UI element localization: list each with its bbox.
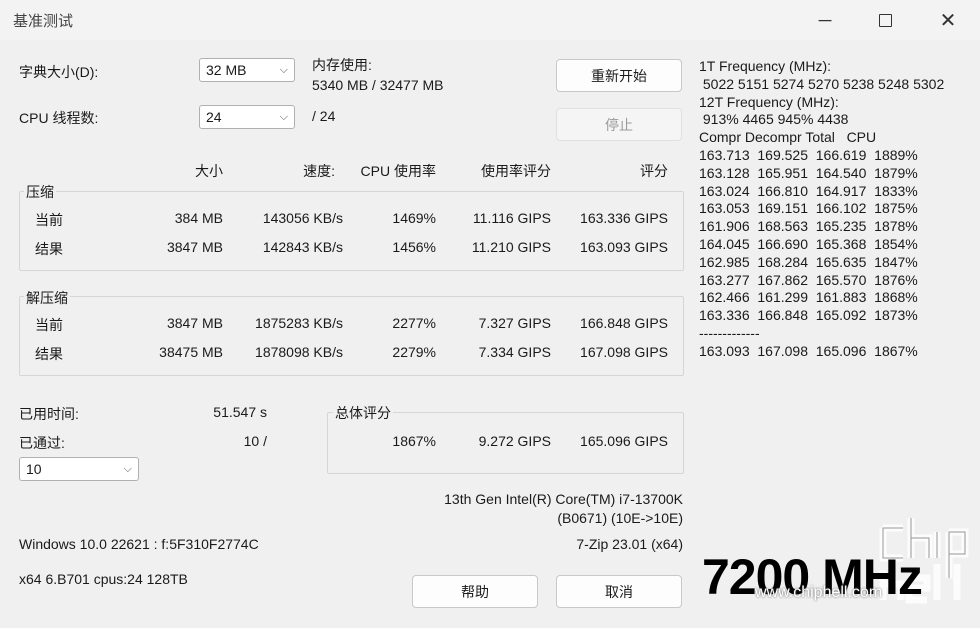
site-watermark: www.chiphell.com [755, 584, 883, 601]
restart-button[interactable]: 重新开始 [556, 59, 682, 92]
row-size: 3847 MB [166, 315, 223, 331]
maximize-icon [878, 13, 892, 27]
col-cpu-usage: CPU 使用率 [360, 163, 436, 179]
row-speed: 1875283 KB/s [255, 315, 343, 331]
col-size: 大小 [195, 163, 223, 179]
log-line: 163.093 167.098 165.096 1867% [699, 342, 918, 359]
decompress-title: 解压缩 [24, 288, 70, 308]
row-speed: 1878098 KB/s [255, 344, 343, 360]
row-rating: 166.848 GIPS [580, 315, 668, 331]
version-info: 7-Zip 23.01 (x64) [576, 536, 683, 552]
passes-value: 10 [26, 461, 42, 477]
window-title: 基准测试 [13, 13, 74, 30]
passed-label: 已通过: [19, 435, 65, 451]
minimize-icon: ─ [818, 9, 832, 30]
row-cpu: 2279% [392, 344, 436, 360]
log-line: 163.336 166.848 165.092 1873% [699, 307, 918, 324]
minimize-button[interactable]: ─ [795, 0, 855, 40]
total-cpu: 1867% [392, 433, 436, 449]
os-info: Windows 10.0 22621 : f:5F310F2774C [19, 536, 259, 552]
log-line: 163.128 165.951 164.540 1879% [699, 164, 918, 181]
log-line: Compr Decompr Total CPU [699, 129, 877, 146]
log-line: 162.466 161.299 161.883 1868% [699, 289, 918, 306]
row-cpu: 1469% [392, 210, 436, 226]
dict-size-select[interactable]: 32 MB ⌵ [199, 58, 295, 82]
dict-size-value: 32 MB [206, 62, 247, 78]
passes-select[interactable]: 10 ⌵ [19, 457, 139, 481]
row-size: 3847 MB [166, 239, 223, 255]
cpu-stepping: (B0671) (10E->10E) [557, 510, 683, 526]
cpu-model: 13th Gen Intel(R) Core(TM) i7-13700K [444, 491, 683, 507]
compress-title: 压缩 [24, 182, 56, 202]
elapsed-value: 51.547 s [213, 404, 267, 420]
row-speed: 142843 KB/s [262, 239, 343, 255]
cpu-threads-value: 24 [206, 109, 222, 125]
row-label: 结果 [35, 241, 63, 257]
help-button[interactable]: 帮助 [412, 575, 538, 608]
log-line: 163.053 169.151 166.102 1875% [699, 200, 918, 217]
close-icon: ✕ [939, 9, 957, 32]
title-bar: 基准测试 ─ ✕ [0, 0, 980, 40]
log-line: 5022 5151 5274 5270 5238 5248 5302 [699, 75, 945, 92]
col-rating-usage: 使用率评分 [481, 163, 551, 179]
row-label: 结果 [35, 346, 63, 362]
chevron-down-icon: ⌵ [279, 64, 288, 76]
log-line: 913% 4465 945% 4438 [699, 111, 849, 128]
log-line: 12T Frequency (MHz): [699, 93, 839, 110]
maximize-button[interactable] [855, 0, 915, 40]
cpu-threads-select[interactable]: 24 ⌵ [199, 105, 295, 129]
chevron-down-icon: ⌵ [123, 463, 132, 475]
log-line: 1T Frequency (MHz): [699, 58, 831, 74]
decompress-group [19, 296, 684, 376]
log-line: 162.985 168.284 165.635 1847% [699, 253, 918, 270]
log-line: 164.045 166.690 165.368 1854% [699, 235, 918, 252]
log-line: 161.906 168.563 165.235 1878% [699, 218, 918, 235]
total-rating-title: 总体评分 [333, 403, 393, 423]
stop-button[interactable]: 停止 [556, 108, 682, 141]
row-rating: 163.093 GIPS [580, 239, 668, 255]
total-usage-rating: 9.272 GIPS [478, 433, 551, 449]
row-label: 当前 [35, 212, 63, 228]
cancel-button[interactable]: 取消 [556, 575, 682, 608]
compress-group [19, 191, 684, 271]
row-rating: 167.098 GIPS [580, 344, 668, 360]
dict-size-label: 字典大小(D): [19, 64, 99, 80]
row-speed: 143056 KB/s [262, 210, 343, 226]
row-usage-rating: 7.327 GIPS [478, 315, 551, 331]
log-line: 163.277 167.862 165.570 1876% [699, 271, 918, 288]
chevron-down-icon: ⌵ [279, 111, 288, 123]
row-label: 当前 [35, 317, 63, 333]
log-line: 163.024 166.810 164.917 1833% [699, 182, 918, 199]
row-size: 38475 MB [159, 344, 223, 360]
log-line: 163.713 169.525 166.619 1889% [699, 146, 918, 163]
passed-value: 10 / [243, 433, 267, 449]
log-line: ------------- [699, 324, 760, 341]
arch-info: x64 6.B701 cpus:24 128TB [19, 571, 188, 587]
memory-label: 内存使用: [312, 57, 372, 73]
cpu-threads-max: / 24 [312, 108, 336, 124]
col-speed: 速度: [303, 163, 335, 179]
row-usage-rating: 11.210 GIPS [471, 239, 551, 255]
total-rating: 165.096 GIPS [580, 433, 668, 449]
close-button[interactable]: ✕ [918, 0, 978, 40]
col-rating: 评分 [640, 163, 668, 179]
row-size: 384 MB [174, 210, 223, 226]
memory-value: 5340 MB / 32477 MB [312, 77, 444, 93]
row-cpu: 1456% [392, 239, 436, 255]
elapsed-label: 已用时间: [19, 406, 79, 422]
row-usage-rating: 7.334 GIPS [478, 344, 551, 360]
row-cpu: 2277% [392, 315, 436, 331]
row-usage-rating: 11.116 GIPS [472, 210, 551, 226]
benchmark-log: 1T Frequency (MHz): 5022 5151 5274 5270 … [699, 58, 969, 361]
cpu-threads-label: CPU 线程数: [19, 110, 99, 126]
row-rating: 163.336 GIPS [580, 210, 668, 226]
